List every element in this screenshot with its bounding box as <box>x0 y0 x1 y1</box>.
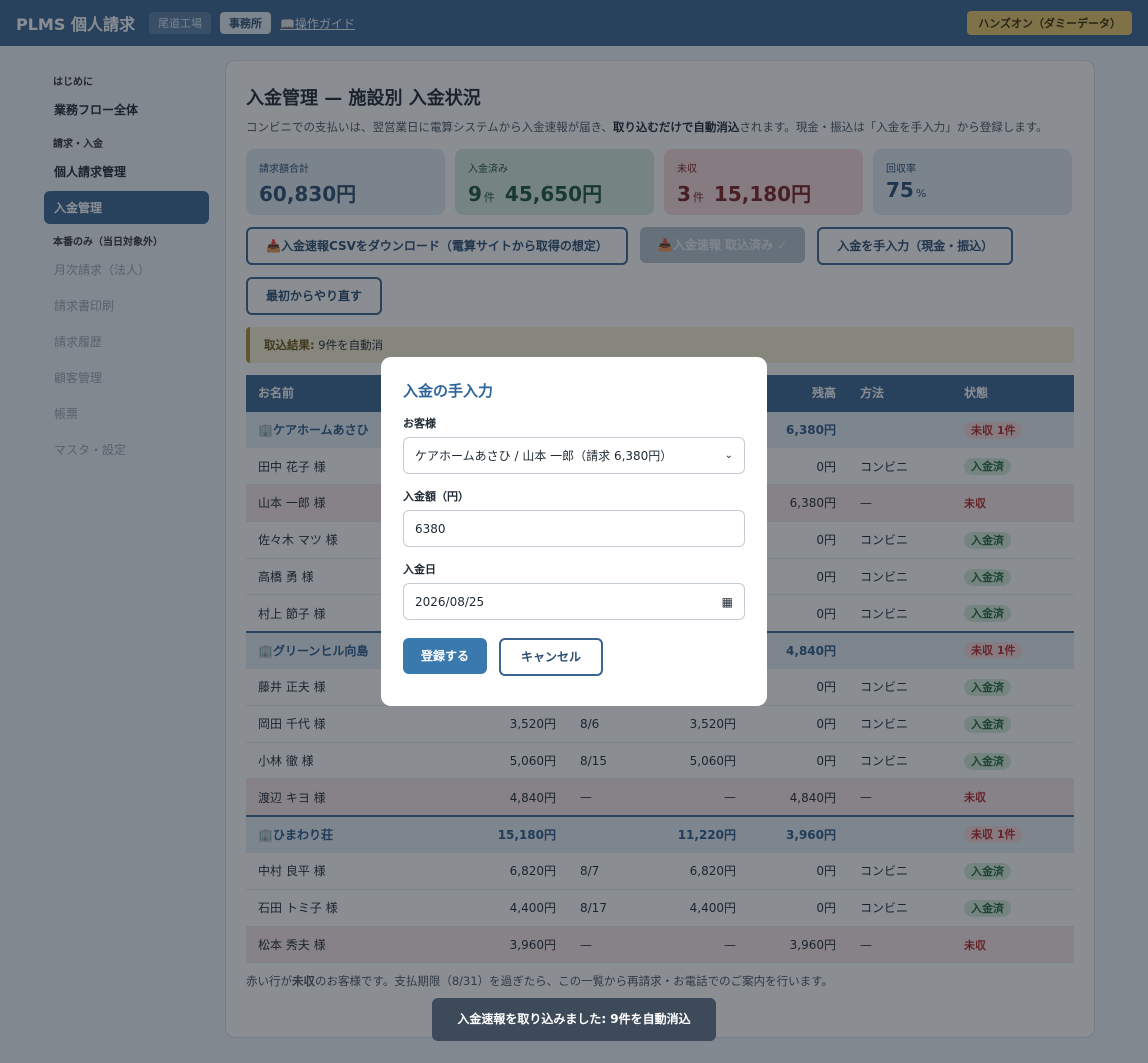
customer-select[interactable]: ケアホームあさひ / 山本 一郎（請求 6,380円） ⌄ <box>403 437 745 474</box>
chevron-down-icon: ⌄ <box>724 450 733 461</box>
date-input[interactable]: 2026/08/25 ▦ <box>403 583 745 620</box>
modal-title: 入金の手入力 <box>403 382 494 400</box>
amount-label: 入金額（円） <box>403 490 469 503</box>
calendar-icon[interactable]: ▦ <box>722 595 733 609</box>
cancel-button[interactable]: キャンセル <box>499 638 604 676</box>
date-label: 入金日 <box>403 563 436 576</box>
amount-input[interactable]: 6380 <box>403 510 745 547</box>
submit-button[interactable]: 登録する <box>403 638 488 674</box>
customer-label: お客様 <box>403 417 436 430</box>
toast-notification: 入金速報を取り込みました: 9件を自動消込 <box>432 998 716 1041</box>
manual-entry-modal: 入金の手入力 お客様 ケアホームあさひ / 山本 一郎（請求 6,380円） ⌄… <box>381 357 767 706</box>
